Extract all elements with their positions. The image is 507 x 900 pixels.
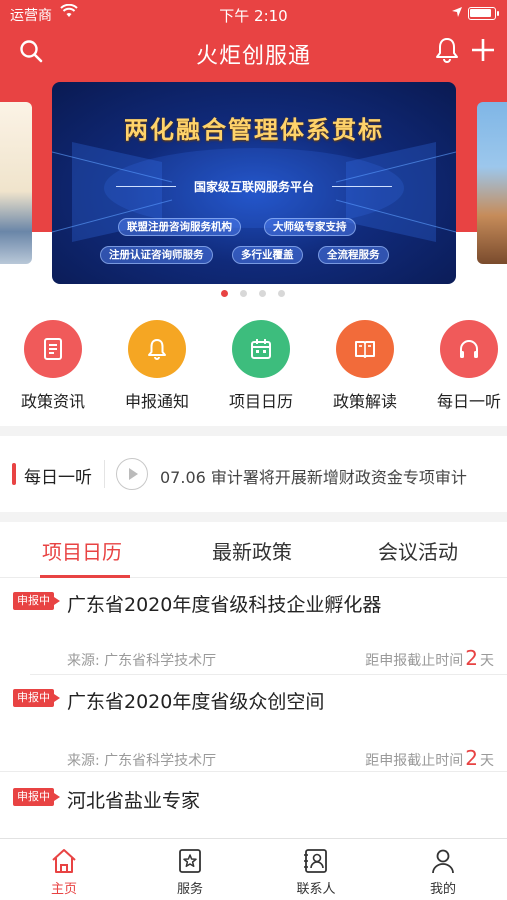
item-source: 来源: 广东省科学技术厅 xyxy=(67,653,217,669)
document-icon xyxy=(44,338,62,360)
shortcut-policy-interpretation[interactable]: 政策解读 xyxy=(325,320,405,412)
deadline-prefix: 距申报截止时间 xyxy=(365,653,464,669)
status-badge: 申报中 xyxy=(13,592,60,610)
list-item[interactable]: 申报中 河北省盐业专家 xyxy=(0,772,507,838)
deadline-suffix: 天 xyxy=(480,653,494,669)
shortcut-circle xyxy=(128,320,186,378)
section-marker xyxy=(12,463,16,485)
item-title: 河北省盐业专家 xyxy=(67,790,201,812)
item-source: 来源: 广东省科学技术厅 xyxy=(67,753,217,769)
status-badge: 申报中 xyxy=(13,788,60,806)
headphones-icon xyxy=(460,340,478,358)
daily-listen-title: 每日一听 xyxy=(24,468,92,488)
tabbar-label: 主页 xyxy=(50,882,77,897)
banner-pill: 注册认证咨询师服务 xyxy=(100,246,213,264)
deadline-suffix: 天 xyxy=(480,753,494,769)
carousel-indicator xyxy=(0,290,507,300)
nav-bar: 火炬创服通 xyxy=(0,28,507,76)
banner-pill: 联盟注册咨询服务机构 xyxy=(118,218,241,236)
play-icon[interactable] xyxy=(116,458,148,490)
item-title: 广东省2020年度省级科技企业孵化器 xyxy=(67,594,382,616)
bell-icon[interactable] xyxy=(434,36,460,64)
carousel-dot[interactable] xyxy=(259,290,266,297)
shortcut-circle xyxy=(232,320,290,378)
contacts-icon xyxy=(304,849,327,873)
shortcut-label: 申报通知 xyxy=(124,392,189,411)
deadline-days: 2 xyxy=(465,646,478,670)
shortcut-label: 项目日历 xyxy=(228,392,293,411)
daily-listen-bar[interactable]: 每日一听 07.06 审计署将开展新增财政资金专项审计 xyxy=(0,436,507,512)
banner-pill: 大师级专家支持 xyxy=(264,218,356,236)
book-icon xyxy=(355,341,375,358)
tabbar-label: 我的 xyxy=(429,882,456,897)
shortcut-circle xyxy=(24,320,82,378)
daily-listen-text[interactable]: 07.06 审计署将开展新增财政资金专项审计 xyxy=(160,464,467,488)
shortcut-label: 政策解读 xyxy=(332,392,397,411)
item-deadline: 距申报截止时间 2 天 xyxy=(365,646,494,670)
clock: 下午 2:10 xyxy=(219,7,288,25)
banner-slide[interactable]: 两化融合管理体系贯标 国家级互联网服务平台 联盟注册咨询服务机构 大师级专家支持… xyxy=(52,82,456,284)
status-bar: 运营商 下午 2:10 xyxy=(0,0,507,28)
app-title: 火炬创服通 xyxy=(195,44,311,69)
section-gap xyxy=(0,426,507,436)
banner-pill: 全流程服务 xyxy=(318,246,389,264)
banner-subtitle: 国家级互联网服务平台 xyxy=(193,180,314,194)
shortcut-project-calendar[interactable]: 项目日历 xyxy=(221,320,301,412)
tab-meetings[interactable]: 会议活动 xyxy=(378,536,458,565)
bottom-tab-bar: 主页 服务 联系人 我的 xyxy=(0,838,507,900)
divider xyxy=(104,460,105,488)
banner-prev-slide[interactable] xyxy=(0,102,32,264)
list-item[interactable]: 申报中 广东省2020年度省级众创空间 来源: 广东省科学技术厅 距申报截止时间… xyxy=(0,675,507,772)
tabbar-home[interactable]: 主页 xyxy=(24,847,104,897)
home-icon xyxy=(52,849,76,873)
shortcut-circle xyxy=(336,320,394,378)
shortcut-daily-listen[interactable]: 每日一听 xyxy=(429,320,507,412)
carousel-dot[interactable] xyxy=(278,290,285,297)
tabbar-label: 联系人 xyxy=(296,882,336,897)
battery-icon xyxy=(468,7,496,20)
status-badge: 申报中 xyxy=(13,689,60,707)
tabbar-contacts[interactable]: 联系人 xyxy=(276,847,356,897)
shortcut-notice[interactable]: 申报通知 xyxy=(117,320,197,412)
item-title: 广东省2020年度省级众创空间 xyxy=(67,691,325,713)
bell-icon xyxy=(148,339,166,360)
service-icon xyxy=(179,849,201,873)
item-deadline: 距申报截止时间 2 天 xyxy=(365,746,494,770)
shortcut-label: 每日一听 xyxy=(436,392,501,411)
battery-tip xyxy=(497,11,499,16)
list-item[interactable]: 申报中 广东省2020年度省级科技企业孵化器 来源: 广东省科学技术厅 距申报截… xyxy=(0,578,507,675)
calendar-icon xyxy=(251,339,271,359)
tab-latest-policy[interactable]: 最新政策 xyxy=(212,536,292,565)
content-tabs: 项目日历 最新政策 会议活动 xyxy=(0,522,507,578)
carousel-dot-active[interactable] xyxy=(221,290,228,297)
shortcut-circle xyxy=(440,320,498,378)
tabbar-label: 服务 xyxy=(176,882,203,897)
carousel-dot[interactable] xyxy=(240,290,247,297)
tab-project-calendar[interactable]: 项目日历 xyxy=(42,536,122,565)
shortcut-policy-news[interactable]: 政策资讯 xyxy=(13,320,93,412)
tabbar-profile[interactable]: 我的 xyxy=(403,847,483,897)
tabbar-service[interactable]: 服务 xyxy=(150,847,230,897)
section-gap xyxy=(0,512,507,522)
shortcut-label: 政策资讯 xyxy=(20,392,85,411)
location-icon xyxy=(451,6,463,22)
banner-pill: 多行业覆盖 xyxy=(232,246,303,264)
banner-next-slide[interactable] xyxy=(477,102,507,264)
banner-title: 两化融合管理体系贯标 xyxy=(124,116,384,144)
deadline-days: 2 xyxy=(465,746,478,770)
plus-icon[interactable] xyxy=(470,37,496,63)
deadline-prefix: 距申报截止时间 xyxy=(365,753,464,769)
profile-icon xyxy=(432,849,454,874)
